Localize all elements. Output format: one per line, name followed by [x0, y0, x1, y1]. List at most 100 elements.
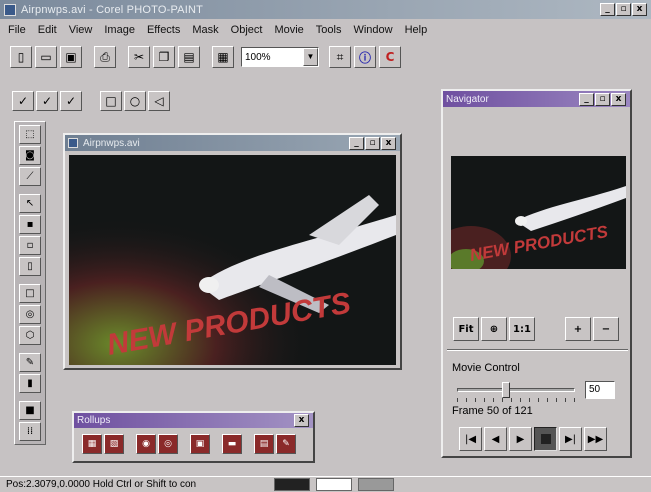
mask-brush-icon[interactable]: ✓	[12, 91, 34, 111]
ellipse-tool-icon[interactable]: ◎	[19, 305, 41, 324]
effect-tool-icon[interactable]: ▮	[19, 374, 41, 393]
paint-tool-icon[interactable]: ✎	[19, 353, 41, 372]
zoom-in-button[interactable]: +	[565, 317, 591, 341]
image-window-titlebar[interactable]: Airpnwps.avi _ ▫ x	[65, 135, 400, 151]
first-frame-icon[interactable]: |◀	[459, 427, 482, 451]
print-icon[interactable]: ⎙	[94, 46, 116, 68]
play-icon[interactable]: ▶	[509, 427, 532, 451]
image-window[interactable]: Airpnwps.avi _ ▫ x NEW PRODUCTS	[63, 133, 402, 370]
navigator-minimize-button[interactable]: _	[579, 92, 594, 106]
minimize-button[interactable]: _	[600, 3, 615, 16]
image-window-title: Airpnwps.avi	[83, 137, 140, 149]
fit-icon[interactable]: ⌗	[329, 46, 351, 68]
app-icon[interactable]	[4, 3, 16, 16]
menu-help[interactable]: Help	[405, 24, 428, 36]
object-picker-icon[interactable]: ⬚	[19, 125, 41, 144]
menu-image[interactable]: Image	[104, 24, 135, 36]
standard-toolbar: ▯ ▭ ▣ ⎙ ✂ ❐ ▤ ▦ 100% ▼ ⌗ ⓘ C	[10, 44, 401, 70]
menu-view[interactable]: View	[69, 24, 93, 36]
zoom-value: 100%	[245, 51, 271, 63]
grid-tool-icon[interactable]: ⁞⁞	[19, 422, 41, 441]
objects-rollup-icon[interactable]: ▦	[82, 434, 102, 454]
navigator-preview[interactable]: NEW PRODUCTS	[451, 156, 626, 269]
zoom-mode-icon[interactable]: ▦	[212, 46, 234, 68]
document-icon	[68, 138, 78, 148]
crop-tool-icon[interactable]: ⟋	[19, 167, 41, 186]
maximize-button[interactable]: ▫	[616, 3, 631, 16]
image-minimize-button[interactable]: _	[349, 136, 364, 150]
zoom-button[interactable]: ⊕	[481, 317, 507, 341]
navigator-window[interactable]: Navigator _ ▫ x NEW PRODUCTS Fit ⊕ 1:1 +	[441, 89, 632, 458]
frame-slider[interactable]	[457, 382, 575, 398]
cut-icon[interactable]: ✂	[128, 46, 150, 68]
previous-frame-icon[interactable]: ◀	[484, 427, 507, 451]
mask-toolbar: ✓ ✓ ✓ □ ○ ◁	[12, 91, 170, 111]
navigator-maximize-button[interactable]: ▫	[595, 92, 610, 106]
brush-rollup-icon[interactable]: ▬	[222, 434, 242, 454]
mask-tool-icon[interactable]: ◙	[19, 146, 41, 165]
rectangle-mask-icon[interactable]: □	[100, 91, 122, 111]
eyedropper-tool-icon[interactable]: ▯	[19, 257, 41, 276]
info-icon[interactable]: ⓘ	[354, 46, 376, 68]
image-close-button[interactable]: x	[381, 136, 396, 150]
navigator-close-button[interactable]: x	[611, 92, 626, 106]
save-icon[interactable]: ▣	[60, 46, 82, 68]
frame-slider-thumb[interactable]	[502, 382, 510, 398]
paint-rollup-icon[interactable]: ✎	[276, 434, 296, 454]
fit-to-window-button[interactable]: Fit	[453, 317, 479, 341]
menu-movie[interactable]: Movie	[274, 24, 303, 36]
menu-window[interactable]: Window	[353, 24, 392, 36]
rollups-titlebar[interactable]: Rollups x	[74, 413, 313, 428]
zoom-select[interactable]: 100% ▼	[241, 47, 319, 67]
menu-effects[interactable]: Effects	[147, 24, 180, 36]
node-tool-icon[interactable]: ▪	[19, 215, 41, 234]
copy-icon[interactable]: ❐	[153, 46, 175, 68]
pointer-tool-icon[interactable]: ↖	[19, 194, 41, 213]
navigator-artwork: NEW PRODUCTS	[451, 156, 626, 269]
image-canvas[interactable]: NEW PRODUCTS	[69, 155, 396, 365]
menu-object[interactable]: Object	[231, 24, 263, 36]
slider-ticks	[457, 398, 575, 402]
fill-color-swatch[interactable]	[358, 478, 394, 491]
chevron-down-icon[interactable]: ▼	[303, 48, 318, 66]
corel-icon[interactable]: C	[379, 46, 401, 68]
freehand-mask-icon[interactable]: ◁	[148, 91, 170, 111]
frame-number-input[interactable]: 50	[585, 381, 615, 399]
fill-rollup-icon[interactable]: ◎	[158, 434, 178, 454]
rollups-close-button[interactable]: x	[294, 414, 309, 427]
rollups-window[interactable]: Rollups x ▦ ▧ ◉ ◎ ▣ ▬ ▤ ✎	[72, 411, 315, 463]
mask-add-icon[interactable]: ✓	[36, 91, 58, 111]
paint-color-swatch[interactable]	[274, 478, 310, 491]
zoom-tool-icon[interactable]: ▫	[19, 236, 41, 255]
one-to-one-button[interactable]: 1:1	[509, 317, 535, 341]
polygon-tool-icon[interactable]: ⬡	[19, 326, 41, 345]
next-frame-icon[interactable]: ▶|	[559, 427, 582, 451]
last-frame-icon[interactable]: ▶▶	[584, 427, 607, 451]
stop-icon[interactable]	[534, 427, 557, 451]
image-maximize-button[interactable]: ▫	[365, 136, 380, 150]
menu-mask[interactable]: Mask	[192, 24, 218, 36]
new-icon[interactable]: ▯	[10, 46, 32, 68]
toolbox: ⬚ ◙ ⟋ ↖ ▪ ▫ ▯ □ ◎ ⬡ ✎ ▮ ■ ⁞⁞	[14, 121, 46, 445]
channels-rollup-icon[interactable]: ▧	[104, 434, 124, 454]
close-button[interactable]: x	[632, 3, 647, 16]
app-title: Airpnwps.avi - Corel PHOTO-PAINT	[21, 3, 204, 16]
rectangle-tool-icon[interactable]: □	[19, 284, 41, 303]
nibs-rollup-icon[interactable]: ▣	[190, 434, 210, 454]
color-swatch-icon[interactable]: ■	[19, 401, 41, 420]
title-bar[interactable]: Airpnwps.avi - Corel PHOTO-PAINT _ ▫ x	[0, 0, 651, 19]
tool-settings-rollup-icon[interactable]: ▤	[254, 434, 274, 454]
paper-color-swatch[interactable]	[316, 478, 352, 491]
navigator-titlebar[interactable]: Navigator _ ▫ x	[443, 91, 630, 107]
color-rollup-icon[interactable]: ◉	[136, 434, 156, 454]
open-icon[interactable]: ▭	[35, 46, 57, 68]
menu-edit[interactable]: Edit	[38, 24, 57, 36]
ellipse-mask-icon[interactable]: ○	[124, 91, 146, 111]
movie-transport: |◀ ◀ ▶ ▶| ▶▶	[459, 427, 607, 451]
menu-tools[interactable]: Tools	[316, 24, 342, 36]
app-window: Airpnwps.avi - Corel PHOTO-PAINT _ ▫ x F…	[0, 0, 651, 492]
zoom-out-button[interactable]: −	[593, 317, 619, 341]
menu-file[interactable]: File	[8, 24, 26, 36]
paste-icon[interactable]: ▤	[178, 46, 200, 68]
mask-subtract-icon[interactable]: ✓	[60, 91, 82, 111]
